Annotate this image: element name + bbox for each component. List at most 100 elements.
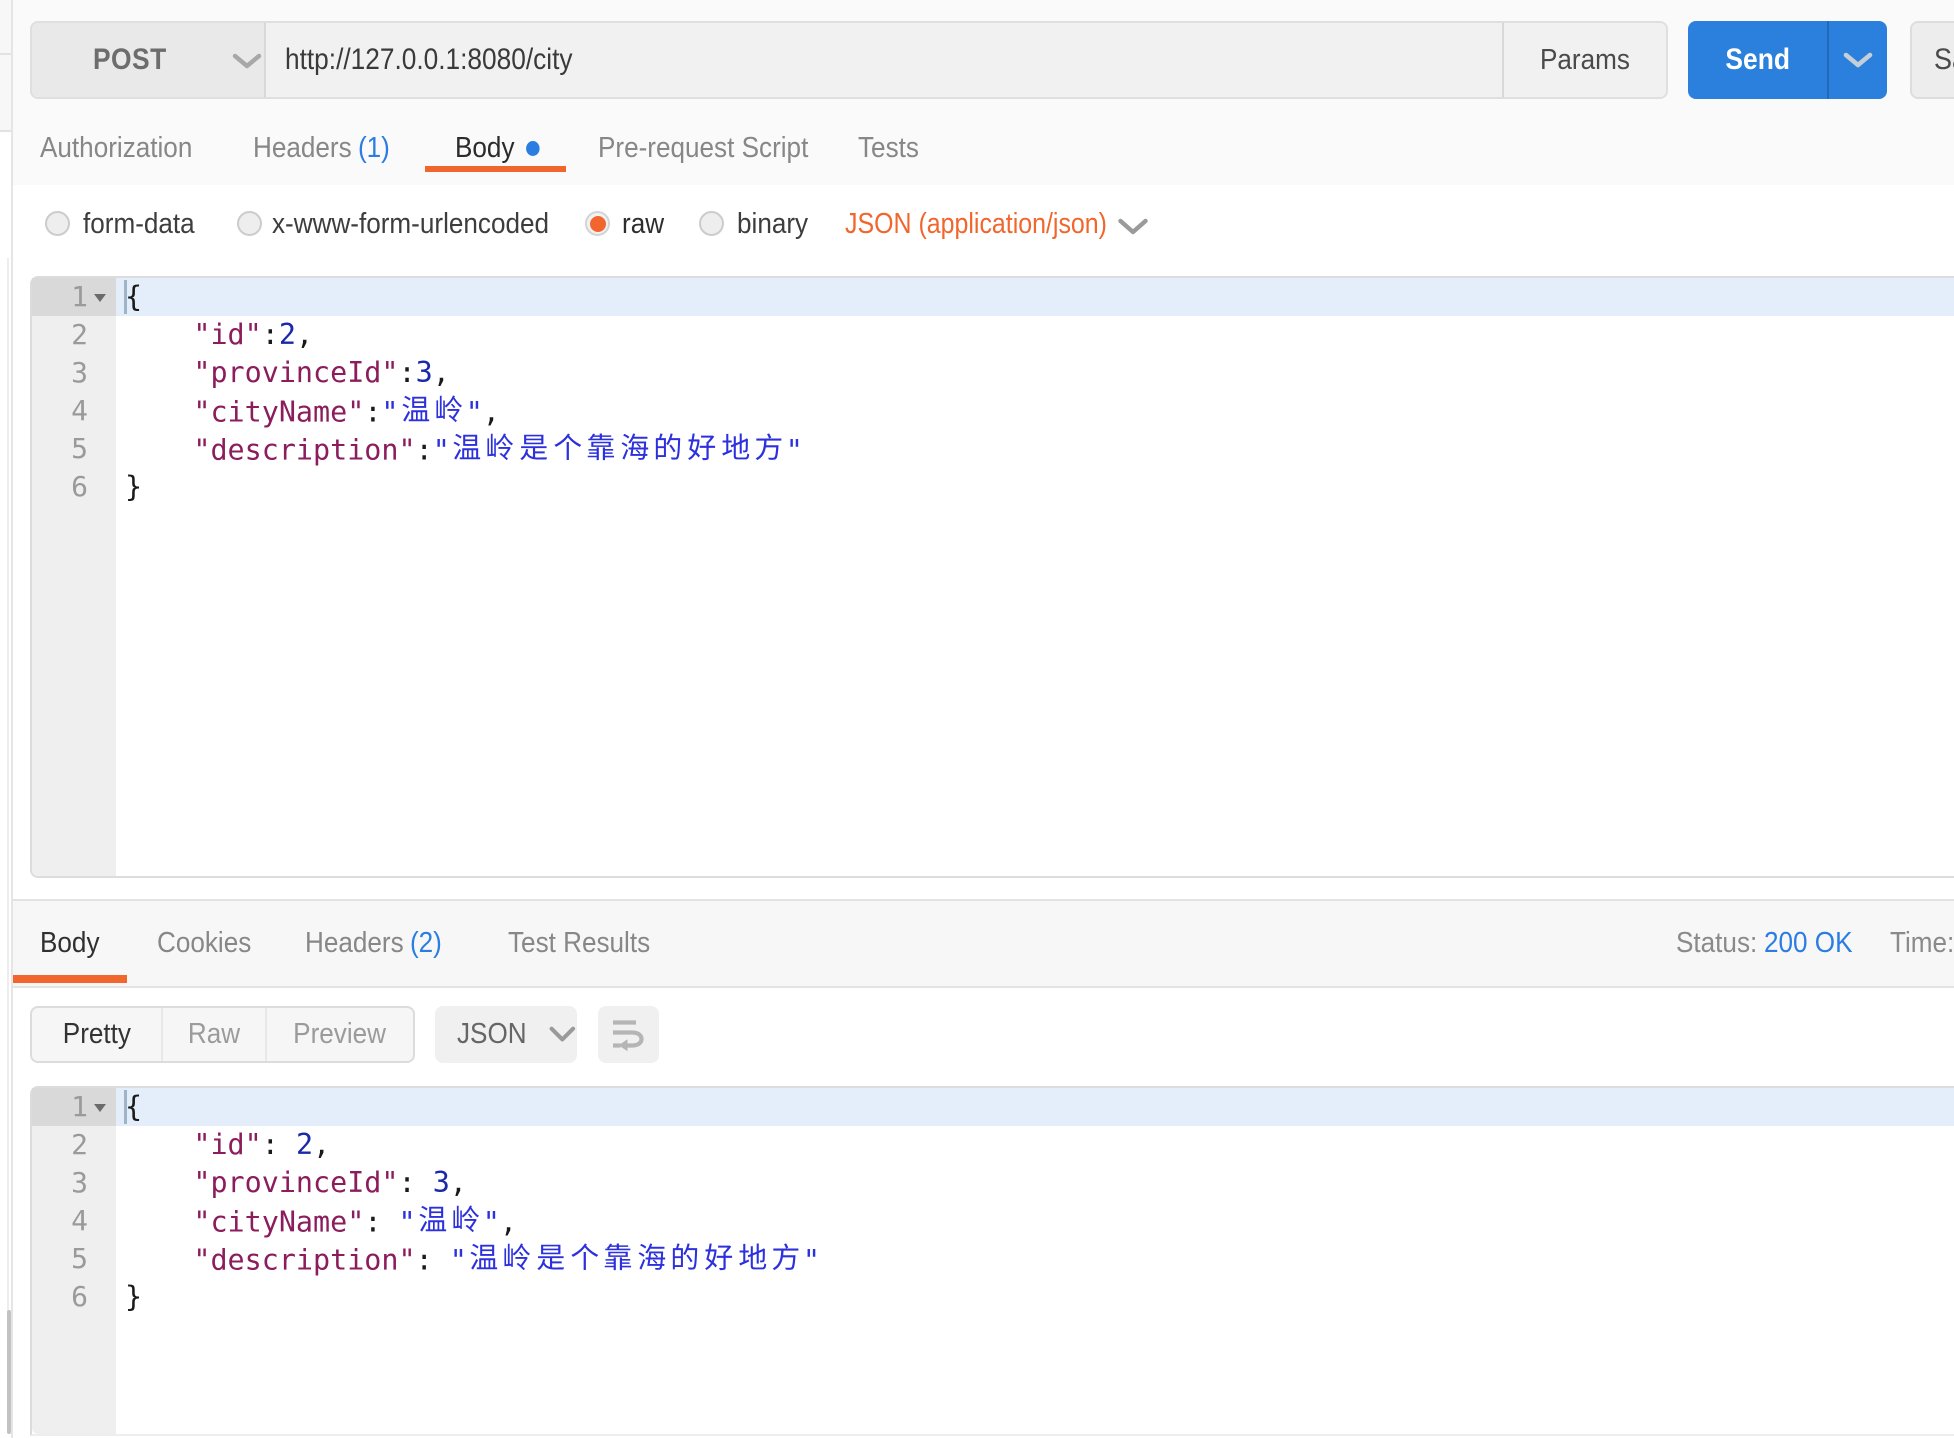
radio-x-www-form-urlencoded-label[interactable]: x-www-form-urlencoded [272, 208, 549, 240]
status-value: 200 OK [1764, 927, 1853, 960]
gutter-line: 3 [32, 354, 116, 392]
radio-form-data[interactable] [45, 211, 70, 236]
send-label: Send [1725, 43, 1790, 77]
response-format-dropdown[interactable]: JSON [435, 1006, 577, 1063]
radio-binary[interactable] [699, 211, 724, 236]
code-line: "provinceId":3, [116, 354, 1954, 392]
line-number: 5 [48, 430, 88, 468]
url-text: http://127.0.0.1:8080/city [285, 43, 573, 77]
request-response-pane: POST http://127.0.0.1:8080/city Params S… [13, 0, 1954, 1438]
tab-headers[interactable]: Headers(1) [253, 132, 390, 165]
request-header: POST http://127.0.0.1:8080/city Params S… [13, 0, 1954, 185]
line-number: 1 [48, 278, 88, 316]
body-dot-indicator [526, 141, 540, 156]
line-number: 3 [48, 1164, 88, 1202]
time-label: Time: [1890, 927, 1954, 960]
code-line: "cityName":"", [116, 392, 1954, 430]
response-body-editor[interactable]: 123456{ "id": 2, "provinceId": 3, "cityN… [30, 1086, 1954, 1436]
response-editor-code[interactable]: { "id": 2, "provinceId": 3, "cityName": … [116, 1088, 1954, 1434]
gutter-line: 5 [32, 430, 116, 468]
cjk-glyph [769, 1240, 803, 1274]
code-line: { [116, 278, 1954, 316]
line-number: 4 [48, 1202, 88, 1240]
text-cursor [124, 280, 127, 314]
chevron-down-icon [1117, 217, 1149, 237]
view-mode-preview[interactable]: Preview [265, 1008, 413, 1061]
request-editor-gutter: 123456 [32, 278, 116, 876]
line-number: 3 [48, 354, 88, 392]
gutter-line: 2 [32, 316, 116, 354]
tab-tests[interactable]: Tests [858, 132, 919, 165]
method-label: POST [93, 43, 167, 77]
radio-binary-label[interactable]: binary [737, 208, 808, 240]
code-line: { [116, 1088, 1954, 1126]
cjk-glyph [601, 1240, 635, 1274]
code-line: } [116, 1278, 1954, 1316]
line-number: 2 [48, 316, 88, 354]
tab-label: Pre-request Script [598, 132, 808, 164]
view-mode-pretty[interactable]: Pretty [32, 1008, 161, 1061]
chevron-down-icon [232, 53, 262, 70]
line-number: 6 [48, 1278, 88, 1316]
save-button[interactable]: Save [1910, 21, 1954, 99]
gutter-line: 1 [32, 278, 116, 316]
tab-authorization[interactable]: Authorization [40, 132, 192, 165]
line-number: 6 [48, 468, 88, 506]
fold-arrow-icon[interactable] [94, 1104, 106, 1112]
sidebar-edge-item [0, 0, 11, 55]
tab-label: Body [455, 132, 514, 164]
cjk-glyph [752, 430, 786, 464]
sidebar-edge-line [7, 258, 9, 1310]
body-format-dropdown[interactable]: JSON (application/json) [845, 208, 1107, 240]
wrap-text-button[interactable] [598, 1006, 659, 1063]
cjk-glyph [483, 430, 517, 464]
send-options-button[interactable] [1829, 21, 1887, 99]
method-dropdown[interactable]: POST [32, 23, 266, 97]
cjk-glyph [534, 1240, 568, 1274]
code-line: "id": 2, [116, 1126, 1954, 1164]
tab-label: Headers [253, 132, 352, 164]
gutter-line: 6 [32, 468, 116, 506]
cjk-glyph [449, 1202, 483, 1236]
params-button[interactable]: Params [1502, 23, 1666, 97]
code-line: "cityName": "", [116, 1202, 1954, 1240]
radio-raw[interactable] [585, 211, 610, 236]
cjk-glyph [635, 1240, 669, 1274]
code-line: } [116, 468, 1954, 506]
fold-arrow-icon[interactable] [94, 294, 106, 302]
response-tab-bar: Body Cookies Headers(2) Test Results Sta… [13, 899, 1954, 988]
url-input[interactable]: http://127.0.0.1:8080/city [266, 23, 1502, 97]
text-cursor [124, 1090, 127, 1124]
response-editor-gutter: 123456 [32, 1088, 116, 1434]
gutter-line: 1 [32, 1088, 116, 1126]
wrap-text-icon [611, 1018, 647, 1052]
gutter-line: 5 [32, 1240, 116, 1278]
gutter-line: 3 [32, 1164, 116, 1202]
send-button[interactable]: Send [1688, 21, 1827, 99]
gutter-line: 4 [32, 392, 116, 430]
cjk-glyph [685, 430, 719, 464]
radio-x-www-form-urlencoded[interactable] [237, 211, 262, 236]
cjk-glyph [551, 430, 585, 464]
view-mode-label: Pretty [62, 1018, 130, 1051]
request-body-editor[interactable]: 123456{ "id":2, "provinceId":3, "cityNam… [30, 276, 1954, 878]
radio-form-data-label[interactable]: form-data [83, 208, 195, 240]
chevron-down-icon [1843, 52, 1873, 69]
radio-raw-label[interactable]: raw [622, 208, 664, 240]
view-mode-raw[interactable]: Raw [161, 1008, 265, 1061]
tab-body[interactable]: Body [455, 132, 540, 165]
response-status-group: Status:200 OK Time: [13, 927, 1954, 967]
cjk-glyph [618, 430, 652, 464]
tab-pre-request-script[interactable]: Pre-request Script [598, 132, 808, 165]
request-editor-code[interactable]: { "id":2, "provinceId":3, "cityName":"",… [116, 278, 1954, 876]
status-label: Status: [1676, 927, 1757, 960]
code-line: "id":2, [116, 316, 1954, 354]
code-line: "description":"" [116, 430, 1954, 468]
cjk-glyph [517, 430, 551, 464]
cjk-glyph [568, 1240, 602, 1274]
tab-label: Authorization [40, 132, 192, 164]
headers-count: (1) [358, 132, 390, 164]
line-number: 5 [48, 1240, 88, 1278]
sidebar-edge [0, 0, 13, 1438]
gutter-line: 6 [32, 1278, 116, 1316]
